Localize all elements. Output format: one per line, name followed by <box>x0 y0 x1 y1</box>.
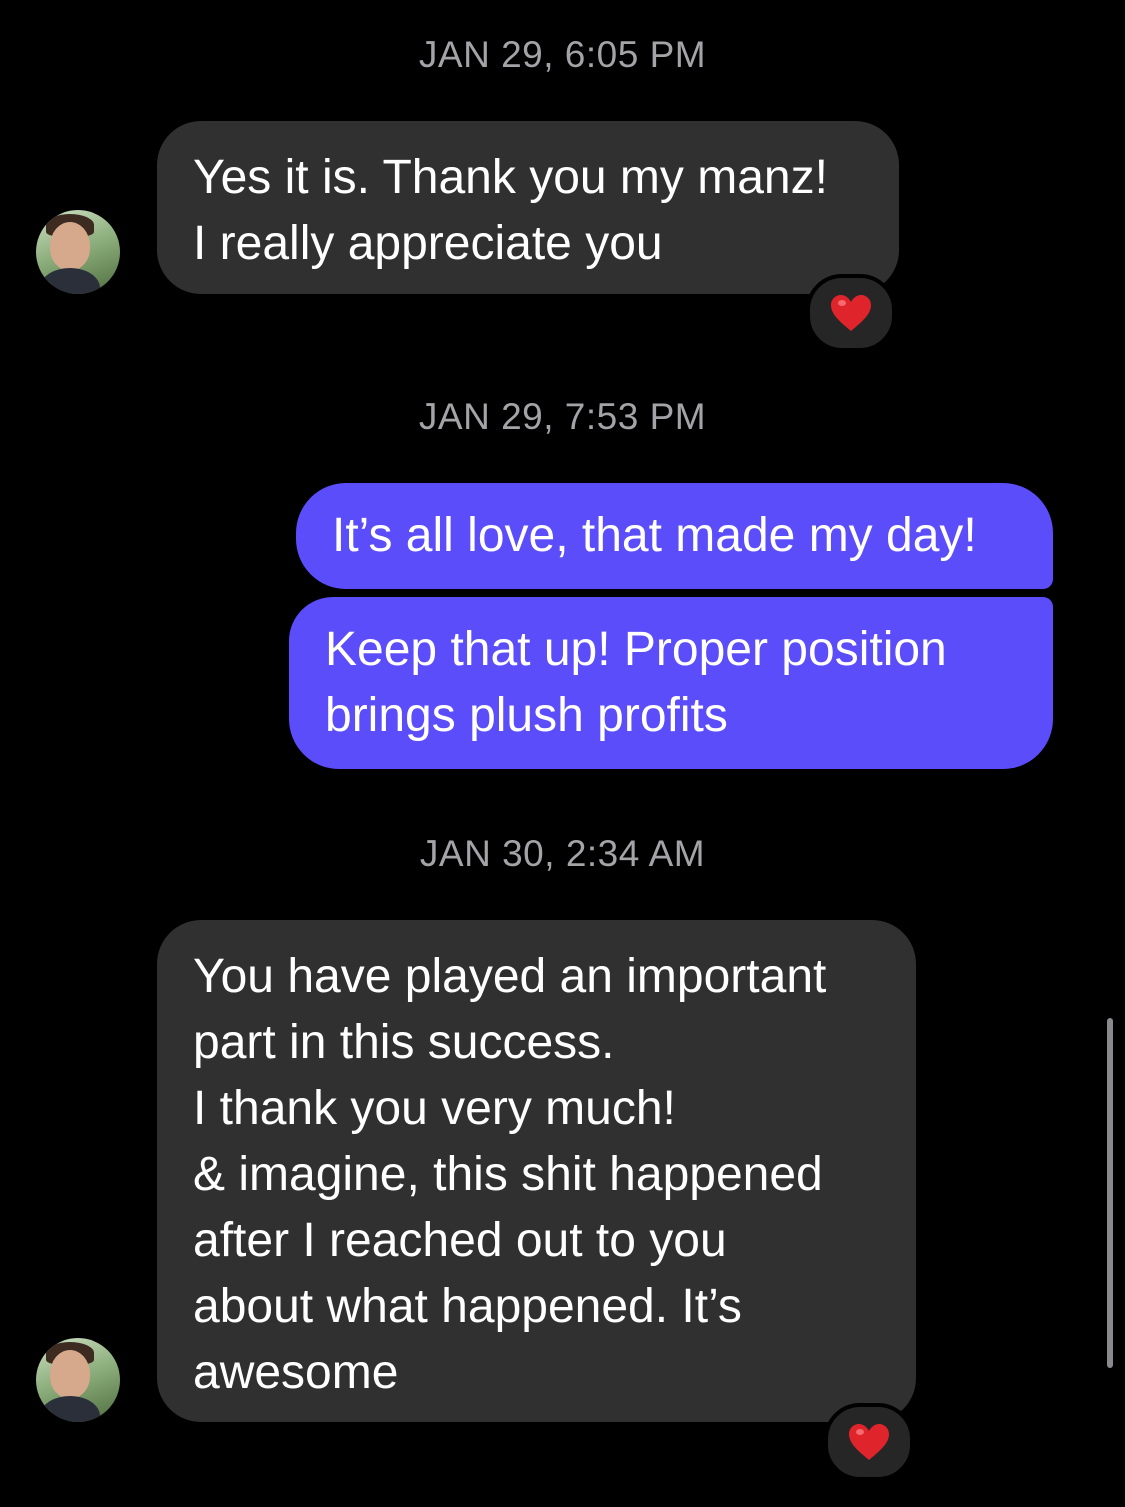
timestamp: JAN 30, 2:34 AM <box>419 833 706 874</box>
contact-avatar[interactable] <box>36 210 120 294</box>
outgoing-message-bubble[interactable]: Keep that up! Proper position brings plu… <box>289 597 1053 769</box>
incoming-message-bubble[interactable]: Yes it is. Thank you my manz! I really a… <box>157 121 899 294</box>
heart-reaction[interactable] <box>806 274 896 352</box>
avatar-face <box>50 1350 90 1398</box>
avatar-shirt <box>40 1396 100 1422</box>
avatar-shirt <box>40 268 100 294</box>
timestamp: JAN 29, 7:53 PM <box>418 396 707 437</box>
avatar-face <box>50 222 90 270</box>
outgoing-message-bubble[interactable]: It’s all love, that made my day! <box>296 483 1053 589</box>
red-heart-icon <box>849 1424 889 1460</box>
red-heart-icon <box>831 295 871 331</box>
heart-reaction[interactable] <box>824 1403 914 1481</box>
scrollbar-thumb[interactable] <box>1107 1018 1113 1368</box>
contact-avatar[interactable] <box>36 1338 120 1422</box>
timestamp: JAN 29, 6:05 PM <box>418 34 707 75</box>
incoming-message-bubble[interactable]: You have played an important part in thi… <box>157 920 916 1422</box>
